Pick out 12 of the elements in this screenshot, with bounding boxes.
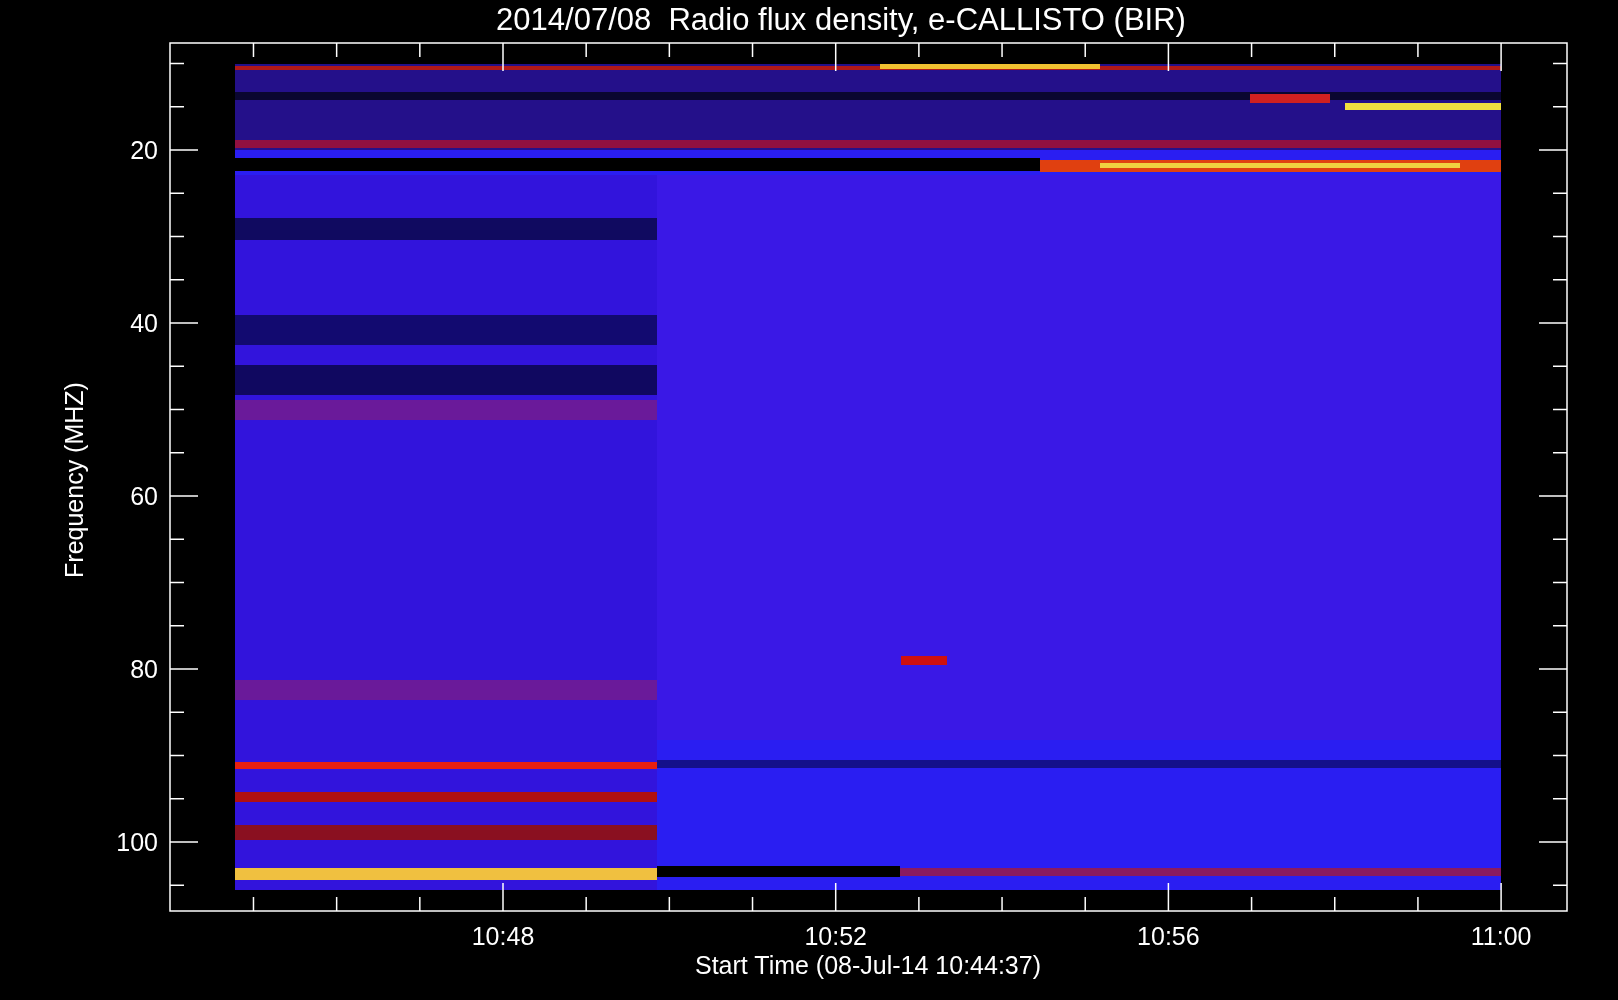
- y-tick-label: 60: [130, 482, 158, 510]
- y-tick-label: 20: [130, 136, 158, 164]
- x-tick-label: 10:48: [471, 922, 535, 950]
- x-axis-label: Start Time (08-Jul-14 10:44:37): [695, 951, 1041, 979]
- x-tick-label: 10:56: [1137, 922, 1200, 950]
- y-tick-label: 100: [116, 828, 158, 856]
- y-axis-label: Frequency (MHZ): [60, 382, 88, 578]
- plot-title: 2014/07/08 Radio flux density, e-CALLISTO (BIR): [496, 2, 1186, 37]
- x-tick-label: 11:00: [1470, 922, 1532, 950]
- x-tick-label: 10:52: [804, 922, 867, 950]
- y-tick-label: 80: [130, 655, 158, 683]
- y-tick-label: 40: [130, 309, 158, 337]
